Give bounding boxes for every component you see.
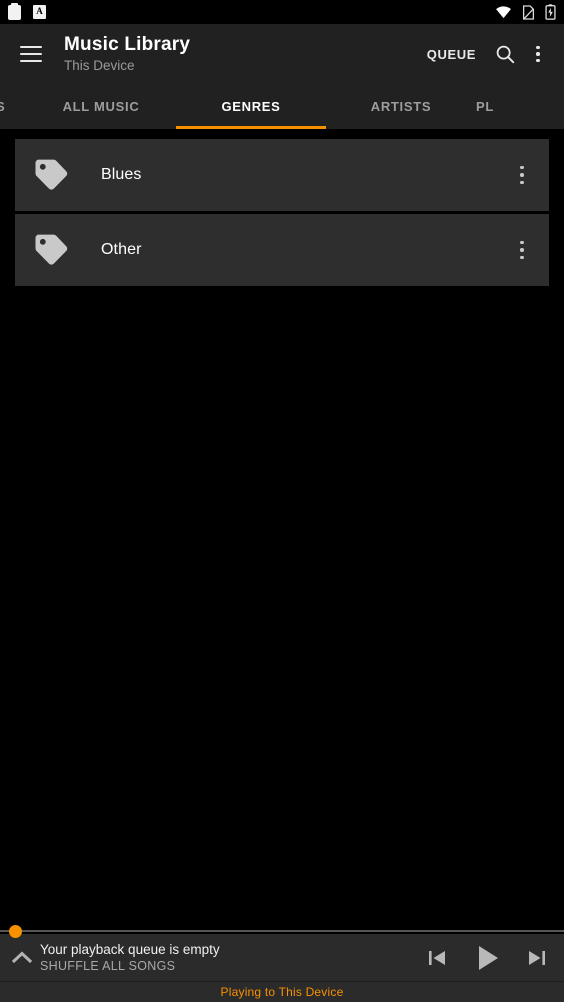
player-queue-status: Your playback queue is empty — [40, 942, 220, 957]
status-bar-right-icons — [495, 4, 556, 20]
player-bar-container: Your playback queue is empty SHUFFLE ALL… — [0, 924, 564, 1002]
casting-status-label: Playing to This Device — [220, 985, 344, 999]
next-track-button[interactable] — [524, 945, 550, 971]
status-bar-left-icons: A — [8, 3, 46, 20]
tab-songs-clipped[interactable]: S — [0, 84, 26, 129]
tag-icon — [35, 234, 68, 265]
app-screen: A Music Library This Device QUEUE S ALL … — [0, 0, 564, 1002]
app-bar: Music Library This Device QUEUE — [0, 24, 564, 84]
list-item[interactable]: Other — [15, 214, 549, 286]
page-subtitle: This Device — [64, 58, 135, 73]
tab-artists[interactable]: ARTISTS — [326, 84, 476, 129]
list-item-label: Blues — [101, 166, 142, 183]
playback-seekbar[interactable] — [0, 924, 564, 938]
list-item-label: Other — [101, 241, 142, 258]
tab-all-music[interactable]: ALL MUSIC — [26, 84, 176, 129]
player-info: Your playback queue is empty SHUFFLE ALL… — [40, 941, 220, 974]
player-controls — [424, 941, 550, 975]
queue-button[interactable]: QUEUE — [419, 37, 484, 72]
genre-list: Blues Other — [15, 139, 549, 286]
tab-playlists-clipped[interactable]: PL — [476, 84, 536, 129]
seekbar-thumb[interactable] — [9, 925, 22, 938]
tab-bar: S ALL MUSIC GENRES ARTISTS PL — [0, 84, 564, 129]
tag-icon — [35, 159, 68, 190]
seekbar-track — [0, 930, 564, 932]
list-item-overflow-menu-icon[interactable] — [509, 157, 535, 193]
casting-status-bar[interactable]: Playing to This Device — [0, 981, 564, 1002]
app-bar-actions: QUEUE — [419, 37, 550, 72]
player-bar: Your playback queue is empty SHUFFLE ALL… — [0, 934, 564, 981]
tab-genres[interactable]: GENRES — [176, 84, 326, 129]
system-status-bar: A — [0, 0, 564, 24]
content-area: Blues Other — [0, 129, 564, 924]
a-box-icon: A — [33, 5, 46, 19]
overflow-menu-icon[interactable] — [526, 42, 550, 66]
wifi-icon — [496, 5, 511, 18]
page-title: Music Library — [64, 34, 191, 55]
previous-track-button[interactable] — [424, 945, 450, 971]
shuffle-all-songs-label[interactable]: SHUFFLE ALL SONGS — [40, 958, 220, 974]
chevron-up-icon[interactable] — [8, 944, 36, 972]
battery-charging-icon — [545, 4, 556, 20]
list-item[interactable]: Blues — [15, 139, 549, 211]
play-button[interactable] — [470, 941, 504, 975]
no-sim-icon — [522, 4, 535, 20]
list-item-overflow-menu-icon[interactable] — [509, 232, 535, 268]
app-bar-titles: Music Library This Device — [64, 34, 190, 74]
search-icon[interactable] — [494, 43, 516, 65]
clipboard-icon — [8, 3, 21, 20]
hamburger-menu-icon[interactable] — [20, 46, 42, 62]
